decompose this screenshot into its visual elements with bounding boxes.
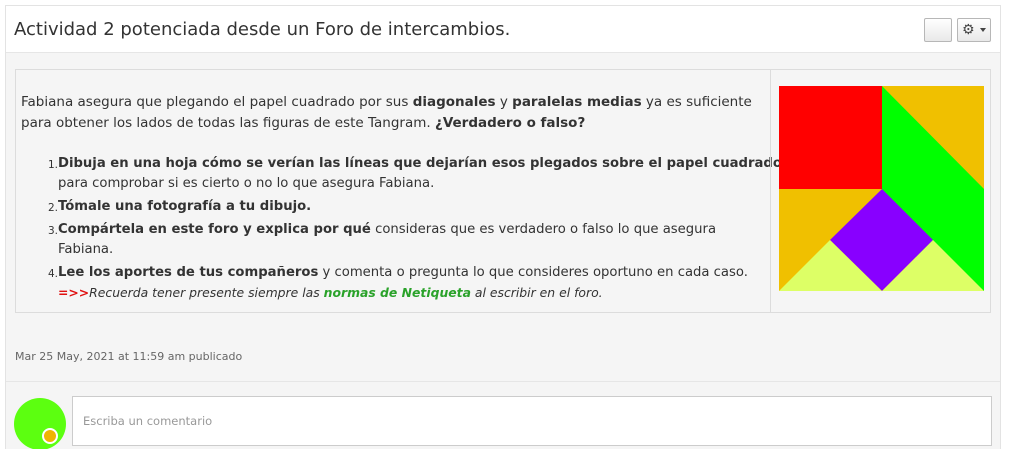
step-3-rest: consideras que es verdadero o falso lo q… (370, 222, 717, 237)
intro-bold-diagonales: diagonales (412, 94, 496, 110)
comment-input[interactable] (72, 396, 992, 446)
comment-row (6, 381, 1000, 449)
tangram-image (779, 86, 984, 291)
step-1-bold: Dibuja en una hoja cómo se verían las lí… (58, 156, 782, 171)
netiquette-link[interactable]: normas de Netiqueta (324, 285, 471, 300)
step-3-bold: Compártela en este foro y explica por qu… (58, 222, 371, 237)
step-4-rest: y comenta o pregunta lo que consideres o… (318, 265, 748, 280)
intro-question: ¿Verdadero o falso? (434, 115, 586, 131)
post-content: Fabiana asegura que plegando el papel cu… (15, 69, 991, 313)
step-2-line-1: Tómale una fotografía a tu dibujo. (16, 197, 770, 217)
netiquette-note: =>>Recuerda tener presente siempre las n… (16, 283, 770, 303)
intro-paragraph: Fabiana asegura que plegando el papel cu… (21, 92, 766, 134)
intro-text-2: y (495, 94, 513, 110)
tangram-image-area (770, 70, 990, 312)
intro-text-1: Fabiana asegura que plegando el papel cu… (21, 94, 413, 110)
step-1-line-2: para comprobar si es cierto o no lo que … (58, 176, 435, 191)
step-4-line-1: Lee los aportes de tus compañeros y come… (16, 263, 770, 283)
tangram-red-square (779, 86, 882, 189)
chevron-down-icon (980, 28, 986, 32)
step-1-line-1: Dibuja en una hoja cómo se verían las lí… (16, 154, 782, 174)
step-2-bold: Tómale una fotografía a tu dibujo. (58, 199, 312, 214)
post-blank-button[interactable] (924, 18, 952, 42)
list-item: 3. Compártela en este foro y explica por… (16, 220, 770, 260)
step-number: 2. (47, 202, 58, 214)
post-options-button[interactable]: ⚙ (957, 18, 991, 42)
intro-bold-paralelas: paralelas medias (512, 94, 642, 110)
steps-list: 1. Dibuja en una hoja cómo se verían las… (16, 154, 782, 306)
list-item: 1. Dibuja en una hoja cómo se verían las… (16, 154, 782, 194)
step-3-line-1: Compártela en este foro y explica por qu… (16, 220, 770, 240)
post-header: Actividad 2 potenciada desde un Foro de … (6, 6, 1000, 53)
post-body: Fabiana asegura que plegando el papel cu… (6, 53, 1000, 449)
post-timestamp: Mar 25 May, 2021 at 11:59 am publicado (15, 350, 243, 363)
avatar[interactable] (14, 398, 66, 449)
step-4-bold: Lee los aportes de tus compañeros (58, 265, 319, 280)
netiquette-text-a: Recuerda tener presente siempre las (89, 285, 324, 300)
netiquette-text-b: al escribir en el foro. (470, 285, 603, 300)
avatar-badge-icon (42, 428, 58, 444)
list-item: 2. Tómale una fotografía a tu dibujo. (16, 197, 770, 217)
step-number: 1. (47, 159, 58, 171)
gear-icon: ⚙ (962, 22, 975, 38)
list-item: 4. Lee los aportes de tus compañeros y c… (16, 263, 770, 303)
post-text-area: Fabiana asegura que plegando el papel cu… (16, 70, 782, 312)
forum-post: Actividad 2 potenciada desde un Foro de … (5, 5, 1001, 449)
step-number: 4. (47, 268, 58, 280)
step-number: 3. (47, 225, 58, 237)
arrow-marker: =>> (58, 285, 90, 300)
step-3-line-2: Fabiana. (58, 242, 114, 257)
post-title: Actividad 2 potenciada desde un Foro de … (14, 19, 511, 40)
